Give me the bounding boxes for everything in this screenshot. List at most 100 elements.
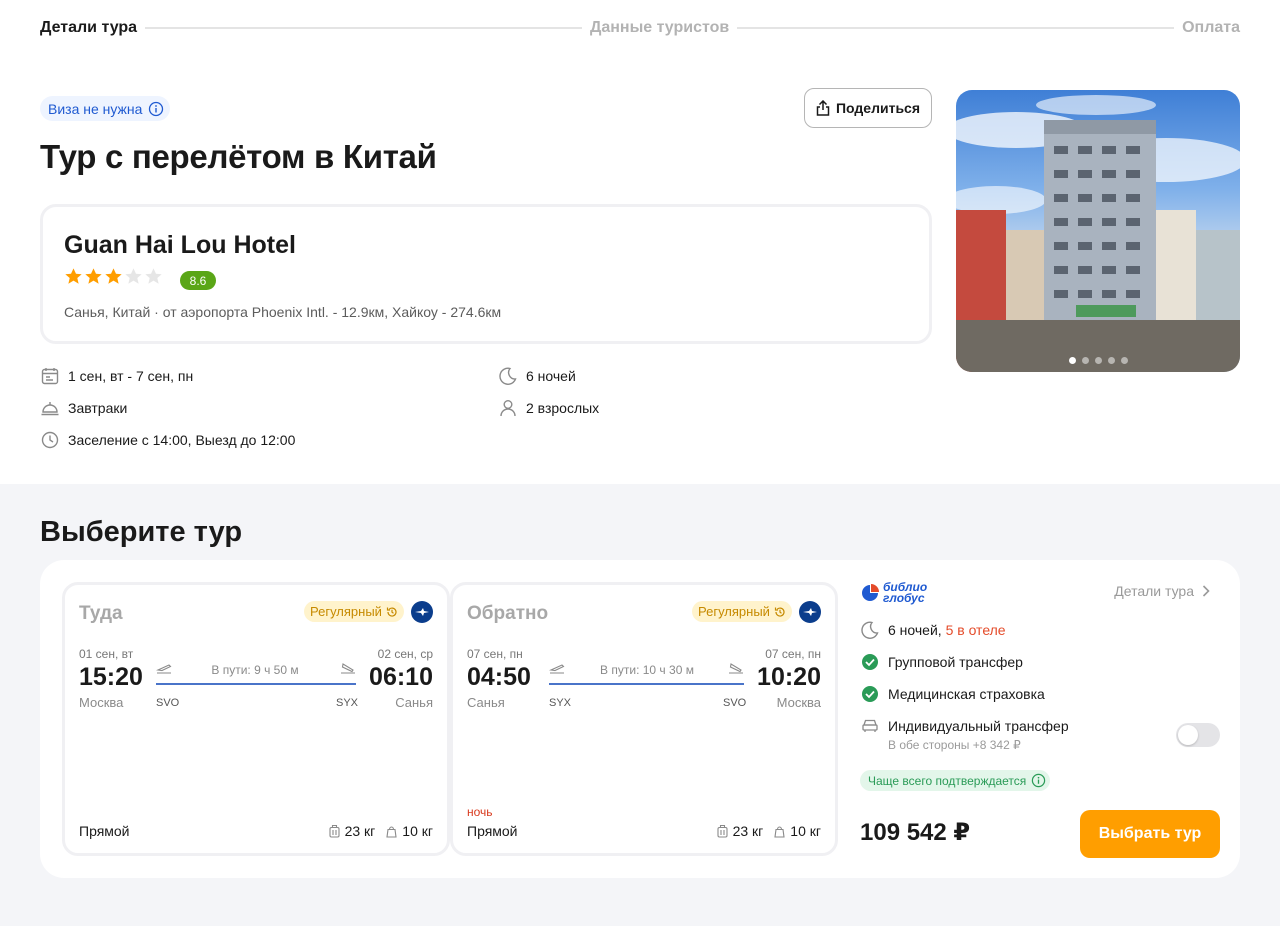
step-payment: Оплата bbox=[1182, 19, 1241, 36]
fact-nights-text: 6 ночей bbox=[526, 368, 576, 384]
tour-details-link[interactable]: Детали тура bbox=[1114, 583, 1210, 599]
fact-meals: Завтраки bbox=[40, 398, 127, 418]
moon-icon bbox=[499, 367, 517, 385]
fact-checkin: Заселение с 14:00, Выезд до 12:00 bbox=[40, 430, 295, 450]
departure-airport-code: SYX bbox=[549, 697, 572, 709]
info-icon bbox=[149, 101, 164, 116]
star-empty-icon bbox=[125, 268, 142, 284]
summary-nights: 6 ночей, 5 в отеле bbox=[860, 620, 1006, 640]
share-button[interactable]: Поделиться bbox=[804, 88, 932, 128]
departure-airport-code: SVO bbox=[156, 697, 180, 709]
fact-meals-text: Завтраки bbox=[68, 400, 128, 416]
departure-date: 07 сен, пн bbox=[467, 647, 523, 661]
info-icon[interactable] bbox=[1031, 773, 1046, 788]
calendar-icon bbox=[41, 368, 59, 385]
arrival-time: 06:10 bbox=[369, 663, 433, 691]
carousel-dot[interactable] bbox=[1094, 357, 1102, 364]
step-divider bbox=[737, 27, 1175, 29]
moon-icon bbox=[861, 621, 879, 639]
flight-direction: Туда bbox=[79, 603, 123, 624]
step-tourists: Данные туристов bbox=[589, 19, 730, 36]
arrival-date: 02 сен, ср bbox=[377, 647, 433, 661]
step-tour-details: Детали тура bbox=[40, 19, 138, 36]
hotel-photo bbox=[956, 95, 1240, 372]
regular-badge-label: Регулярный bbox=[310, 604, 382, 619]
flight-duration: В пути: 10 ч 30 м bbox=[600, 663, 694, 677]
departure-time: 04:50 bbox=[467, 663, 531, 691]
person-icon bbox=[500, 400, 516, 417]
suitcase-icon bbox=[717, 824, 728, 838]
hotel-name[interactable]: Guan Hai Lou Hotel bbox=[64, 231, 296, 260]
choose-tour-button[interactable]: Выбрать тур bbox=[1080, 810, 1220, 858]
flight-outbound[interactable]: Туда Регулярный 01 сен, вт 15:20 Москва … bbox=[62, 582, 450, 856]
step-divider bbox=[145, 27, 582, 29]
airline-logo-icon bbox=[411, 601, 433, 623]
takeoff-icon bbox=[549, 664, 565, 674]
fact-guests: 2 взрослых bbox=[498, 398, 599, 418]
baggage-info: 23 кг 10 кг bbox=[716, 823, 821, 839]
suitcase-icon bbox=[329, 824, 340, 838]
tour-details-link-label: Детали тура bbox=[1114, 583, 1194, 599]
fact-dates-text: 1 сен, вт - 7 сен, пн bbox=[68, 368, 194, 384]
arrival-city: Санья bbox=[395, 695, 433, 710]
baggage-info: 23 кг 10 кг bbox=[328, 823, 433, 839]
hand-luggage-icon bbox=[774, 826, 785, 838]
hotel-location: Санья, Китай · от аэропорта Phoenix Intl… bbox=[64, 304, 502, 320]
hand-luggage-weight: 10 кг bbox=[402, 823, 433, 839]
hand-luggage-weight: 10 кг bbox=[790, 823, 821, 839]
regular-badge: Регулярный bbox=[692, 601, 792, 622]
airline-logo-icon bbox=[799, 601, 821, 623]
route-line bbox=[549, 683, 744, 685]
carousel-dot[interactable] bbox=[1120, 357, 1128, 364]
carousel-dots[interactable] bbox=[956, 357, 1240, 364]
landing-icon bbox=[729, 663, 743, 674]
star-filled-icon bbox=[65, 268, 82, 284]
flight-duration: В пути: 9 ч 50 м bbox=[211, 663, 299, 677]
check-circle-icon bbox=[862, 686, 878, 702]
hotel-stars bbox=[64, 267, 163, 286]
history-icon bbox=[386, 606, 397, 617]
visa-badge-label: Виза не нужна bbox=[48, 100, 143, 117]
hotel-photo-carousel[interactable] bbox=[956, 90, 1240, 372]
star-filled-icon bbox=[105, 268, 122, 284]
night-flight-note: ночь bbox=[467, 805, 493, 819]
fact-nights: 6 ночей bbox=[498, 366, 576, 386]
arrival-airport-code: SYX bbox=[336, 697, 359, 709]
carousel-dot[interactable] bbox=[1107, 357, 1115, 364]
choose-tour-title: Выберите тур bbox=[40, 516, 243, 548]
tour-summary: библио глобус Детали тура 6 ночей, 5 в о… bbox=[860, 560, 1220, 878]
carousel-dot[interactable] bbox=[1068, 357, 1076, 364]
individual-transfer-price: В обе стороны +8 342 ₽ bbox=[888, 738, 1021, 752]
regular-badge: Регулярный bbox=[304, 601, 404, 622]
summary-nights-text: 6 ночей, bbox=[888, 622, 942, 638]
arrival-city: Москва bbox=[776, 695, 821, 710]
departure-city: Санья bbox=[467, 695, 505, 710]
toggle-knob bbox=[1178, 725, 1198, 745]
route-line bbox=[156, 683, 356, 685]
page-title: Тур с перелётом в Китай bbox=[40, 138, 437, 175]
hotel-card[interactable]: Guan Hai Lou Hotel 8.6 Санья, Китай · от… bbox=[40, 204, 932, 344]
summary-individual-transfer: Индивидуальный трансфер bbox=[860, 716, 1069, 736]
flight-return[interactable]: Обратно Регулярный 07 сен, пн 04:50 Сань… bbox=[450, 582, 838, 856]
summary-insurance: Медицинская страховка bbox=[860, 684, 1045, 704]
clock-icon bbox=[41, 431, 59, 449]
operator-logo: библио глобус bbox=[860, 581, 927, 605]
fact-guests-text: 2 взрослых bbox=[526, 400, 600, 416]
operator-logo-text: библио глобус bbox=[883, 581, 927, 605]
departure-date: 01 сен, вт bbox=[79, 647, 134, 661]
operator-logo-line2: глобус bbox=[883, 591, 925, 605]
baggage-weight: 23 кг bbox=[344, 823, 376, 839]
arrival-time: 10:20 bbox=[757, 663, 821, 691]
summary-nights-hotel: 5 в отеле bbox=[945, 622, 1006, 638]
individual-transfer-toggle[interactable] bbox=[1176, 723, 1220, 747]
carousel-dot[interactable] bbox=[1081, 357, 1089, 364]
arrival-date: 07 сен, пн bbox=[765, 647, 821, 661]
regular-badge-label: Регулярный bbox=[698, 604, 770, 619]
tour-offer-card: Туда Регулярный 01 сен, вт 15:20 Москва … bbox=[40, 560, 1240, 878]
visa-badge[interactable]: Виза не нужна bbox=[40, 96, 171, 121]
confirmation-badge-label: Чаще всего подтверждается bbox=[868, 773, 1027, 788]
choose-tour-section: Выберите тур Туда Регулярный 01 сен, вт … bbox=[0, 484, 1280, 926]
departure-time: 15:20 bbox=[79, 663, 143, 691]
fact-checkin-text: Заселение с 14:00, Выезд до 12:00 bbox=[68, 432, 296, 448]
tour-price: 109 542 ₽ bbox=[860, 819, 971, 846]
